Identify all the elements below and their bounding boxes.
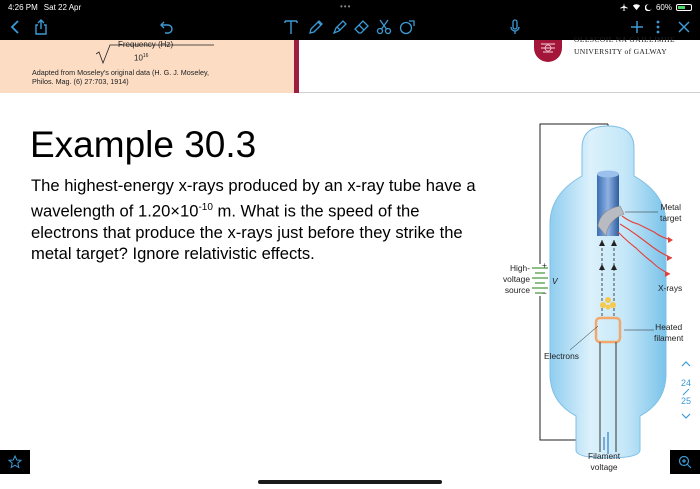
xrays-label: X-rays	[658, 283, 683, 293]
xray-tube-diagram: Metal target High-voltage source V + − X-r…	[500, 112, 700, 482]
star-icon	[8, 455, 22, 469]
highlighter-icon[interactable]	[331, 18, 349, 36]
university-name: UNIVERSITY of GALWAY	[574, 47, 668, 56]
electrons-label: Electrons	[544, 351, 579, 361]
callout-bar	[294, 40, 299, 93]
text-tool-icon[interactable]	[283, 18, 299, 36]
close-icon[interactable]	[676, 18, 692, 36]
metal-target-label: Metal target	[660, 202, 682, 223]
heated-filament-label: Heated filament	[654, 322, 684, 343]
scissors-icon[interactable]	[375, 18, 393, 36]
next-page-icon[interactable]	[680, 412, 692, 420]
high-voltage-label: High-voltage source	[502, 263, 530, 295]
undo-icon[interactable]	[158, 18, 176, 36]
microphone-icon[interactable]	[508, 18, 522, 36]
university-name-irish: OLLSCOIL NA GAILLIMHE	[574, 35, 675, 44]
battery-icon	[676, 3, 692, 11]
total-pages: 25	[680, 396, 691, 406]
shapes-icon[interactable]	[398, 18, 416, 36]
status-time: 4:26 PM	[8, 2, 38, 12]
eraser-icon[interactable]	[353, 18, 371, 36]
previous-page-icon[interactable]	[680, 360, 692, 368]
status-date: Sat 22 Apr	[43, 2, 82, 12]
frequency-tick: 1016	[134, 53, 149, 63]
xray-tube-illustration	[532, 123, 673, 459]
filament-voltage-label: Filament voltage	[588, 451, 621, 472]
page-separator-icon	[682, 388, 690, 396]
add-icon[interactable]	[630, 18, 644, 36]
share-icon[interactable]	[33, 18, 49, 36]
screen: 4:26 PM Sat 22 Apr ••• 60% Frequency (Hz…	[0, 0, 700, 489]
page-navigator: 24 25	[672, 356, 700, 432]
favorite-button[interactable]	[0, 450, 30, 474]
multitask-dots[interactable]: •••	[340, 2, 351, 11]
minus-terminal: −	[542, 288, 547, 298]
home-indicator[interactable]	[258, 480, 442, 484]
pen-icon[interactable]	[307, 18, 325, 36]
slide-title: Example 30.3	[30, 124, 257, 165]
battery-percent: 60%	[655, 2, 672, 12]
zoom-in-icon	[678, 455, 692, 469]
moon-icon	[644, 3, 652, 11]
problem-text: The highest-energy x-rays produced by an…	[31, 176, 476, 264]
university-crest-logo	[534, 40, 562, 62]
current-page: 24	[680, 378, 691, 388]
voltage-symbol: V	[552, 276, 558, 286]
frequency-axis-label: Frequency (Hz)	[118, 40, 174, 49]
plus-terminal: +	[542, 260, 547, 270]
status-bar: 4:26 PM Sat 22 Apr ••• 60%	[0, 0, 700, 14]
zoom-button[interactable]	[670, 450, 700, 474]
back-chevron-icon[interactable]	[8, 18, 22, 36]
source-citation: Adapted from Moseley's original data (H.…	[32, 68, 210, 86]
wifi-icon	[632, 4, 641, 11]
airplane-icon	[620, 3, 628, 11]
more-icon[interactable]	[654, 18, 662, 36]
